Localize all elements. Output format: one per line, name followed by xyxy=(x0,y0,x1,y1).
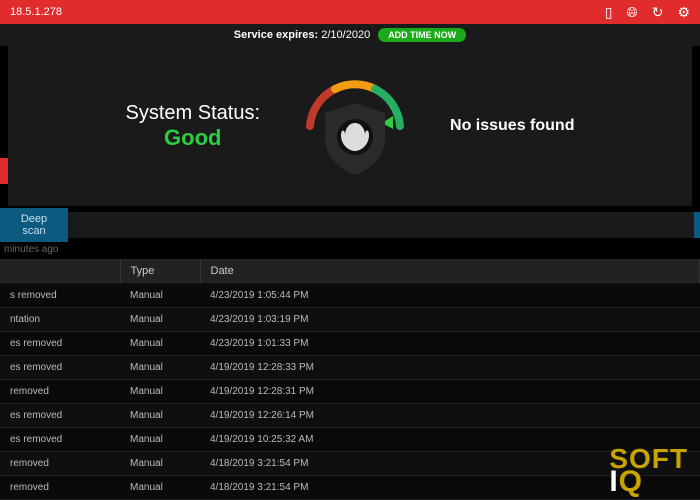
last-scan-label: minutes ago xyxy=(0,238,700,259)
status-gauge xyxy=(290,71,420,181)
status-value: Good xyxy=(126,125,261,151)
table-row[interactable]: s removedManual4/23/2019 1:05:44 PM xyxy=(0,284,700,308)
scan-toolbar: Deep scan xyxy=(0,212,700,238)
table-row[interactable]: removedManual4/18/2019 3:21:54 PM xyxy=(0,452,700,476)
status-panel: System Status: Good No issues found xyxy=(8,46,692,206)
titlebar-actions: ▯ 🌐︎ ↻ ⚙ xyxy=(605,4,690,21)
table-row[interactable]: es removedManual4/19/2019 12:26:14 PM xyxy=(0,404,700,428)
cell-name: es removed xyxy=(0,332,120,356)
issues-text: No issues found xyxy=(450,117,574,135)
cell-name: es removed xyxy=(0,428,120,452)
cell-date: 4/19/2019 12:26:14 PM xyxy=(200,404,700,428)
service-bar: Service expires: 2/10/2020 ADD TIME NOW xyxy=(0,24,700,46)
table-row[interactable]: es removedManual4/23/2019 1:01:33 PM xyxy=(0,332,700,356)
globe-icon[interactable]: 🌐︎ xyxy=(627,4,638,21)
deep-scan-button[interactable]: Deep scan xyxy=(0,208,68,242)
cell-name: removed xyxy=(0,380,120,404)
cell-type: Manual xyxy=(120,284,200,308)
table-row[interactable]: es removedManual4/19/2019 10:25:32 AM xyxy=(0,428,700,452)
cell-date: 4/19/2019 10:25:32 AM xyxy=(200,428,700,452)
add-time-button[interactable]: ADD TIME NOW xyxy=(378,28,466,42)
gear-icon[interactable]: ⚙ xyxy=(677,4,690,21)
cell-date: 4/23/2019 1:03:19 PM xyxy=(200,308,700,332)
cell-type: Manual xyxy=(120,308,200,332)
cell-name: removed xyxy=(0,452,120,476)
version-label: 18.5.1.278 xyxy=(10,6,62,18)
cell-date: 4/19/2019 12:28:31 PM xyxy=(200,380,700,404)
cell-type: Manual xyxy=(120,404,200,428)
cell-type: Manual xyxy=(120,356,200,380)
cell-date: 4/18/2019 3:21:54 PM xyxy=(200,476,700,500)
col-name[interactable] xyxy=(0,259,120,284)
cell-name: es removed xyxy=(0,356,120,380)
cell-type: Manual xyxy=(120,452,200,476)
table-row[interactable]: ntationManual4/23/2019 1:03:19 PM xyxy=(0,308,700,332)
cell-type: Manual xyxy=(120,332,200,356)
titlebar: 18.5.1.278 ▯ 🌐︎ ↻ ⚙ xyxy=(0,0,700,24)
table-header-row: Type Date xyxy=(0,259,700,284)
side-accent xyxy=(0,158,8,184)
table-row[interactable]: removedManual4/19/2019 12:28:31 PM xyxy=(0,380,700,404)
cell-date: 4/18/2019 3:21:54 PM xyxy=(200,452,700,476)
cell-date: 4/23/2019 1:05:44 PM xyxy=(200,284,700,308)
scroll-indicator[interactable] xyxy=(694,212,700,238)
service-expires-label: Service expires: 2/10/2020 xyxy=(234,29,370,41)
cell-type: Manual xyxy=(120,380,200,404)
cell-date: 4/23/2019 1:01:33 PM xyxy=(200,332,700,356)
col-date[interactable]: Date xyxy=(200,259,700,284)
battery-icon[interactable]: ▯ xyxy=(605,4,613,21)
cell-name: es removed xyxy=(0,404,120,428)
table-row[interactable]: removedManual4/18/2019 3:21:54 PM xyxy=(0,476,700,500)
cell-name: removed xyxy=(0,476,120,500)
cell-type: Manual xyxy=(120,476,200,500)
table-row[interactable]: es removedManual4/19/2019 12:28:33 PM xyxy=(0,356,700,380)
scan-history-table: Type Date s removedManual4/23/2019 1:05:… xyxy=(0,259,700,500)
cell-date: 4/19/2019 12:28:33 PM xyxy=(200,356,700,380)
cell-name: s removed xyxy=(0,284,120,308)
refresh-icon[interactable]: ↻ xyxy=(652,4,664,21)
phoenix-shield-icon xyxy=(315,99,395,179)
cell-name: ntation xyxy=(0,308,120,332)
cell-type: Manual xyxy=(120,428,200,452)
col-type[interactable]: Type xyxy=(120,259,200,284)
scan-spacer xyxy=(68,212,694,238)
status-text: System Status: Good xyxy=(126,102,261,151)
status-label: System Status: xyxy=(126,102,261,125)
